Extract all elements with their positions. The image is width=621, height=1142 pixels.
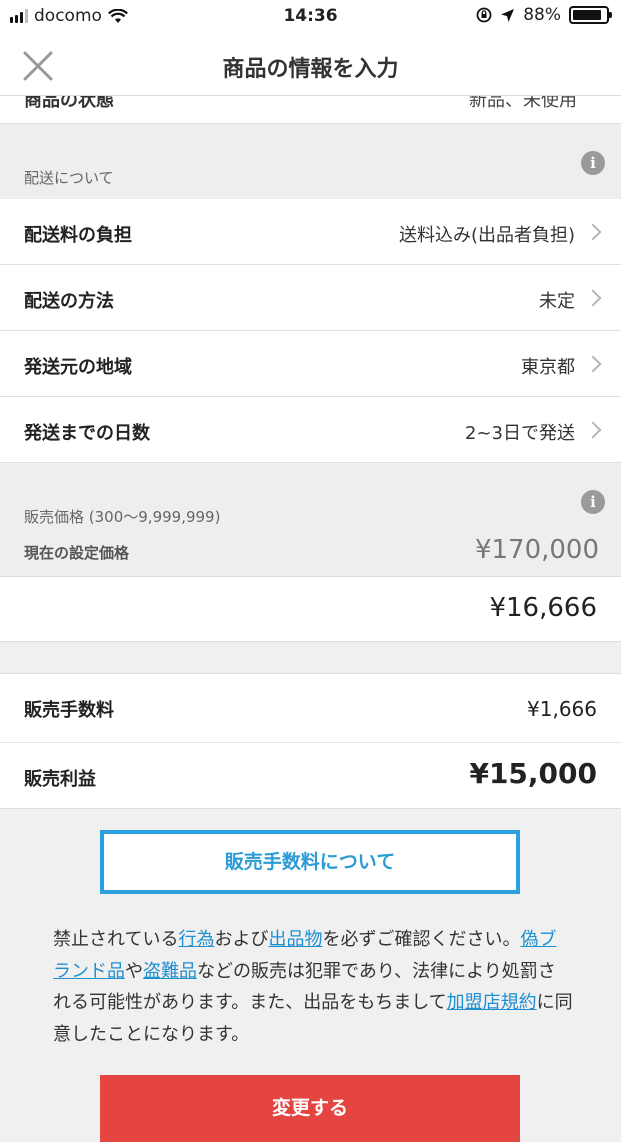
row-label: 配送の方法 (24, 291, 114, 312)
location-arrow-icon (501, 8, 515, 22)
notice-text-part: および (214, 929, 269, 950)
battery-percent: 88% (523, 5, 561, 25)
row-label: 発送元の地域 (24, 357, 132, 378)
nav-bar: 商品の情報を入力 (0, 34, 621, 96)
submit-button[interactable]: 変更する (100, 1075, 520, 1142)
battery-icon (569, 6, 612, 24)
sales-fee-row: 販売手数料 ¥1,666 (0, 673, 621, 743)
sales-fee-value: ¥1,666 (527, 697, 597, 721)
sales-fee-label: 販売手数料 (24, 700, 114, 721)
page-title: 商品の情報を入力 (222, 57, 399, 82)
about-fees-button[interactable]: 販売手数料について (100, 830, 520, 894)
chevron-right-icon (584, 289, 602, 307)
chevron-right-icon (584, 421, 602, 439)
shipping-section-header: i 配送について (0, 125, 621, 199)
rotation-lock-icon (476, 7, 492, 23)
shipping-days-row[interactable]: 発送までの日数 2~3日で発送 (0, 397, 621, 463)
member-terms-link[interactable]: 加盟店規約 (447, 992, 537, 1013)
row-label: 発送までの日数 (24, 423, 150, 444)
condition-row[interactable]: 商品の状態 新品、未使用 (0, 96, 621, 124)
items-link[interactable]: 出品物 (268, 929, 322, 950)
chevron-right-icon (584, 355, 602, 373)
notice-text-part: や (125, 960, 143, 982)
notice-text: 禁止されている行為および出品物を必ずご確認ください。偽ブランド品や盗難品などの販… (53, 924, 573, 1050)
row-value: 2~3日で発送 (465, 423, 575, 444)
shipping-method-row[interactable]: 配送の方法 未定 (0, 265, 621, 331)
shipping-section-label: 配送について (24, 169, 114, 187)
chevron-right-icon (584, 223, 602, 241)
current-price-label: 現在の設定価格 (24, 544, 130, 562)
shipping-region-row[interactable]: 発送元の地域 東京都 (0, 331, 621, 397)
sales-profit-value: ¥15,000 (469, 757, 597, 790)
price-input-value[interactable]: ¥16,666 (489, 593, 597, 623)
row-label: 配送料の負担 (24, 225, 132, 246)
shipping-fee-row[interactable]: 配送料の負担 送料込み(出品者負担) (0, 199, 621, 265)
row-value: 未定 (539, 291, 575, 312)
sales-profit-row: 販売利益 ¥15,000 (0, 743, 621, 809)
stolen-goods-link[interactable]: 盗難品 (143, 961, 197, 982)
status-right: 88% (476, 5, 612, 25)
current-price-value: ¥170,000 (474, 535, 599, 565)
status-bar: docomo 14:36 88% (0, 0, 621, 34)
row-value: 送料込み(出品者負担) (398, 225, 575, 246)
info-icon[interactable]: i (581, 151, 605, 175)
notice-text-part: を必ずご確認ください。 (322, 929, 521, 950)
price-input[interactable]: ¥16,666 (0, 576, 621, 642)
row-value: 東京都 (521, 357, 575, 378)
acts-link[interactable]: 行為 (178, 929, 214, 950)
condition-label: 商品の状態 (24, 96, 114, 111)
info-icon[interactable]: i (581, 490, 605, 514)
condition-value: 新品、未使用 (469, 96, 577, 111)
sales-profit-label: 販売利益 (24, 769, 96, 790)
price-section-label: 販売価格 (300〜9,999,999) (24, 508, 221, 526)
notice-text-part: 禁止されている (53, 929, 179, 950)
